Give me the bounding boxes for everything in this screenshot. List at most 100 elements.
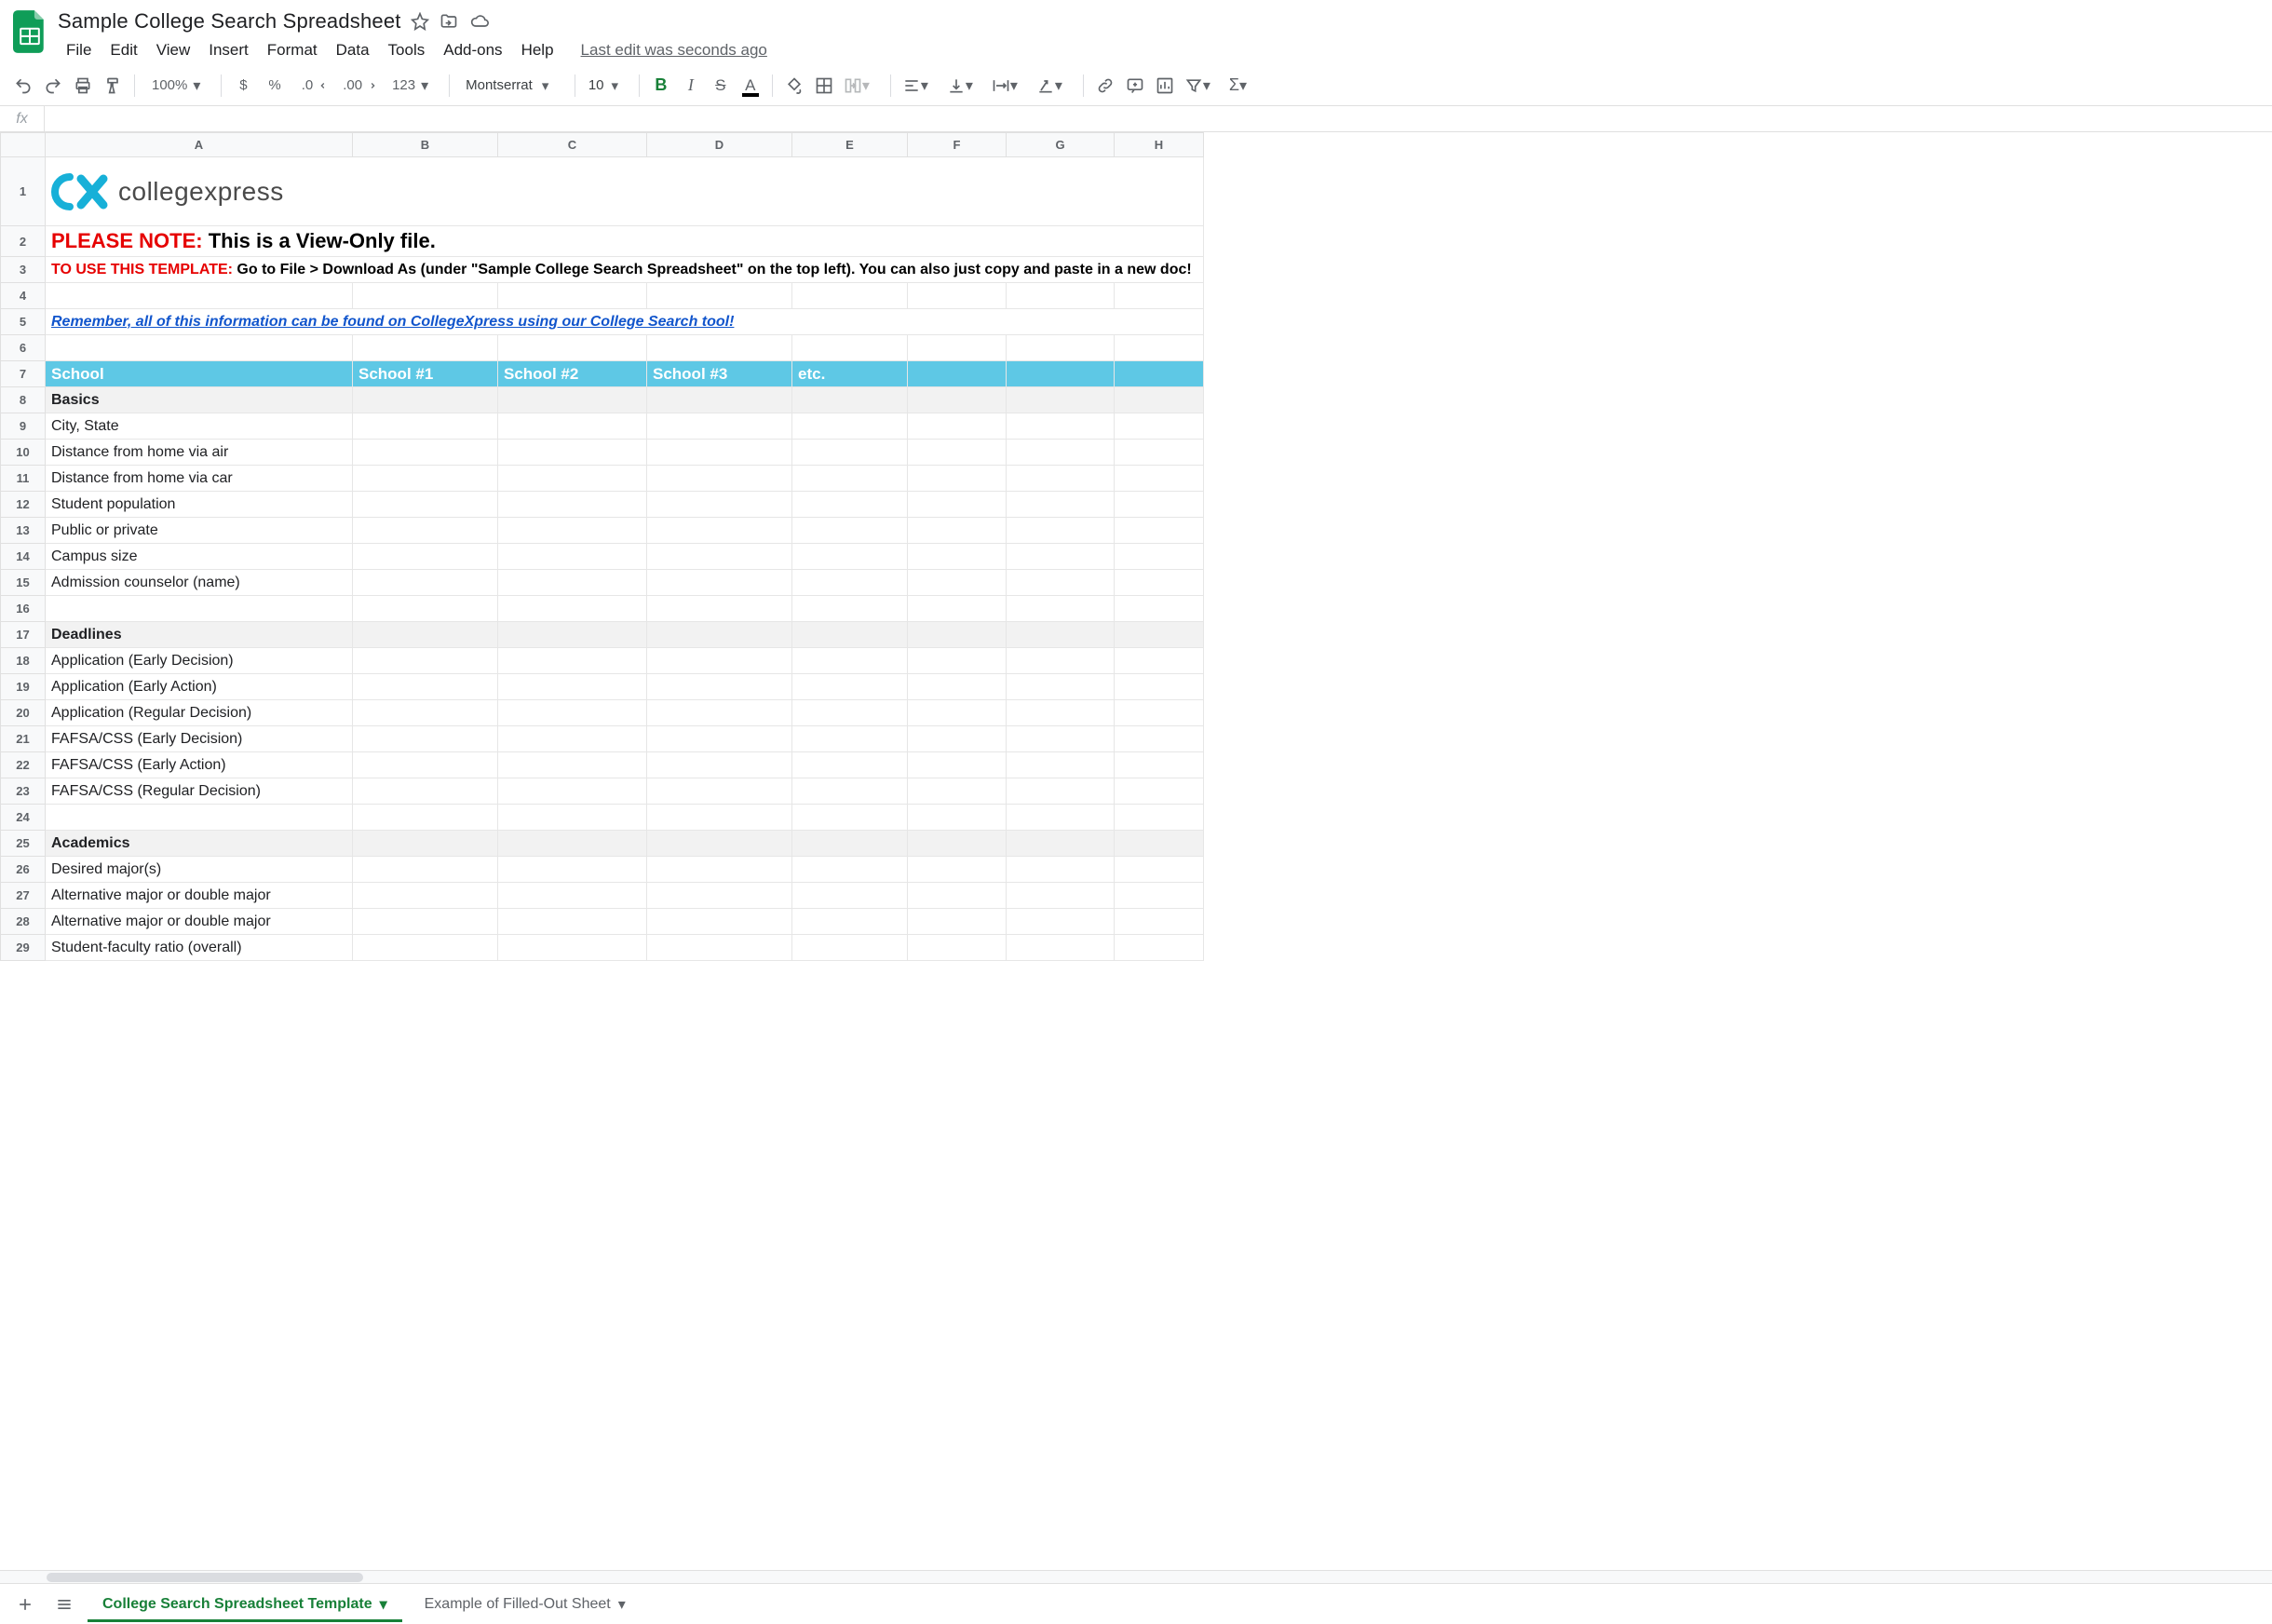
cell[interactable] bbox=[908, 492, 1007, 518]
cell[interactable] bbox=[792, 387, 908, 413]
cell[interactable] bbox=[353, 778, 498, 805]
cell[interactable] bbox=[908, 335, 1007, 361]
cell[interactable]: Application (Early Action) bbox=[46, 674, 353, 700]
row-header[interactable]: 21 bbox=[1, 726, 46, 752]
cell[interactable] bbox=[908, 387, 1007, 413]
cell[interactable] bbox=[1007, 283, 1115, 309]
cell[interactable] bbox=[647, 674, 792, 700]
font-name-dropdown[interactable]: Montserrat▾ bbox=[457, 74, 567, 98]
column-header[interactable]: E bbox=[792, 133, 908, 157]
cell[interactable] bbox=[353, 466, 498, 492]
cell[interactable] bbox=[1115, 857, 1204, 883]
percent-button[interactable]: % bbox=[259, 72, 290, 100]
cell[interactable] bbox=[1115, 466, 1204, 492]
cell[interactable] bbox=[498, 413, 647, 440]
italic-button[interactable]: I bbox=[677, 72, 705, 100]
cell[interactable] bbox=[1115, 909, 1204, 935]
insert-comment-button[interactable] bbox=[1121, 72, 1149, 100]
row-header[interactable]: 26 bbox=[1, 857, 46, 883]
cell[interactable] bbox=[792, 805, 908, 831]
row-header[interactable]: 24 bbox=[1, 805, 46, 831]
cell[interactable] bbox=[647, 935, 792, 961]
chevron-down-icon[interactable]: ▾ bbox=[380, 1595, 387, 1614]
cell[interactable]: FAFSA/CSS (Early Decision) bbox=[46, 726, 353, 752]
cell[interactable] bbox=[647, 544, 792, 570]
cell[interactable] bbox=[498, 283, 647, 309]
cell[interactable] bbox=[1115, 413, 1204, 440]
cell[interactable] bbox=[1115, 283, 1204, 309]
cell[interactable]: School bbox=[46, 361, 353, 387]
cell[interactable] bbox=[1007, 752, 1115, 778]
cell[interactable] bbox=[647, 570, 792, 596]
cell[interactable] bbox=[498, 440, 647, 466]
cell[interactable] bbox=[908, 570, 1007, 596]
row-header[interactable]: 11 bbox=[1, 466, 46, 492]
menu-file[interactable]: File bbox=[58, 38, 100, 62]
menu-tools[interactable]: Tools bbox=[380, 38, 434, 62]
horizontal-align-dropdown[interactable]: ▾ bbox=[899, 72, 941, 100]
cell[interactable]: Academics bbox=[46, 831, 353, 857]
move-folder-icon[interactable] bbox=[439, 12, 459, 31]
cell[interactable] bbox=[1115, 752, 1204, 778]
cell[interactable] bbox=[1115, 544, 1204, 570]
cell[interactable] bbox=[498, 752, 647, 778]
functions-dropdown[interactable]: Σ▾ bbox=[1225, 72, 1260, 100]
cell[interactable] bbox=[353, 909, 498, 935]
cell[interactable] bbox=[792, 778, 908, 805]
cell[interactable] bbox=[1115, 883, 1204, 909]
row-header[interactable]: 15 bbox=[1, 570, 46, 596]
undo-button[interactable] bbox=[9, 72, 37, 100]
cell[interactable] bbox=[498, 805, 647, 831]
cell[interactable] bbox=[1007, 805, 1115, 831]
row-header[interactable]: 23 bbox=[1, 778, 46, 805]
filter-button[interactable]: ▾ bbox=[1181, 72, 1224, 100]
cell[interactable]: Distance from home via car bbox=[46, 466, 353, 492]
cell[interactable] bbox=[1115, 492, 1204, 518]
cell[interactable] bbox=[908, 909, 1007, 935]
column-header[interactable]: F bbox=[908, 133, 1007, 157]
cell[interactable] bbox=[908, 361, 1007, 387]
cell[interactable] bbox=[908, 778, 1007, 805]
fill-color-button[interactable] bbox=[780, 72, 808, 100]
borders-button[interactable] bbox=[810, 72, 838, 100]
cell[interactable] bbox=[792, 857, 908, 883]
cell[interactable] bbox=[498, 492, 647, 518]
column-header[interactable]: B bbox=[353, 133, 498, 157]
cell[interactable] bbox=[647, 492, 792, 518]
cell[interactable] bbox=[1007, 909, 1115, 935]
column-header[interactable]: H bbox=[1115, 133, 1204, 157]
sheet-tab-other[interactable]: Example of Filled-Out Sheet ▾ bbox=[410, 1587, 641, 1622]
cell[interactable] bbox=[498, 518, 647, 544]
cell[interactable] bbox=[498, 622, 647, 648]
cell[interactable] bbox=[1007, 883, 1115, 909]
cell[interactable] bbox=[908, 596, 1007, 622]
cell[interactable] bbox=[647, 283, 792, 309]
row-header[interactable]: 13 bbox=[1, 518, 46, 544]
cell[interactable]: School #2 bbox=[498, 361, 647, 387]
cell[interactable]: FAFSA/CSS (Regular Decision) bbox=[46, 778, 353, 805]
cell[interactable] bbox=[353, 387, 498, 413]
spreadsheet-grid[interactable]: ABCDEFGH1collegexpress2PLEASE NOTE: This… bbox=[0, 132, 2272, 1570]
sheet-tab-active[interactable]: College Search Spreadsheet Template ▾ bbox=[88, 1587, 402, 1622]
cell[interactable] bbox=[353, 831, 498, 857]
menu-data[interactable]: Data bbox=[328, 38, 378, 62]
cell[interactable]: collegexpress bbox=[46, 157, 1204, 226]
row-header[interactable]: 19 bbox=[1, 674, 46, 700]
cell[interactable] bbox=[353, 335, 498, 361]
print-button[interactable] bbox=[69, 72, 97, 100]
cell[interactable] bbox=[908, 622, 1007, 648]
font-size-dropdown[interactable]: 10▾ bbox=[583, 74, 631, 97]
insert-link-button[interactable] bbox=[1091, 72, 1119, 100]
cell[interactable] bbox=[1007, 726, 1115, 752]
column-header[interactable]: A bbox=[46, 133, 353, 157]
cell[interactable] bbox=[647, 857, 792, 883]
cell[interactable] bbox=[353, 648, 498, 674]
row-header[interactable]: 7 bbox=[1, 361, 46, 387]
cell[interactable] bbox=[908, 466, 1007, 492]
cell[interactable] bbox=[1115, 570, 1204, 596]
cell[interactable] bbox=[647, 622, 792, 648]
cell[interactable] bbox=[498, 935, 647, 961]
cell[interactable] bbox=[46, 805, 353, 831]
zoom-dropdown[interactable]: 100%▾ bbox=[142, 72, 213, 100]
cell[interactable]: Admission counselor (name) bbox=[46, 570, 353, 596]
